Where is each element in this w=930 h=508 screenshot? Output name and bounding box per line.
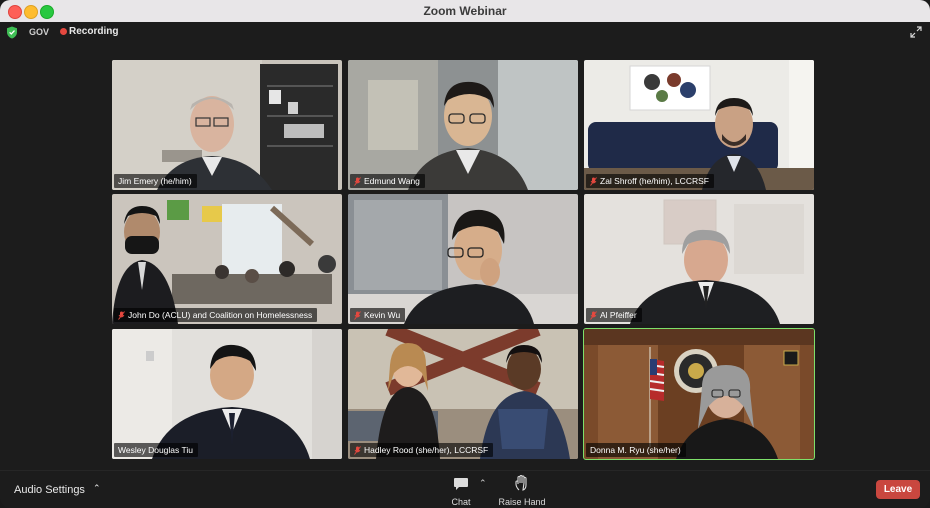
title-bar: Zoom Webinar [0,0,930,23]
muted-mic-icon [354,176,361,186]
gov-label[interactable]: GOV [29,27,49,37]
chat-label: Chat [451,497,471,507]
video-tile[interactable]: Kevin Wu [348,194,578,324]
raise-hand-button[interactable]: Raise Hand [496,475,548,507]
video-tile-active-speaker[interactable]: Donna M. Ryu (she/her) [583,328,815,460]
muted-mic-icon [118,310,125,320]
participant-video [584,60,814,190]
participant-name: Hadley Rood (she/her), LCCRSF [364,445,489,455]
video-tile[interactable]: Hadley Rood (she/her), LCCRSF [348,329,578,459]
raise-hand-icon [515,475,527,491]
audio-settings-button[interactable]: Audio Settings [14,484,85,496]
participant-video [584,194,814,324]
recording-dot-icon [60,28,67,35]
muted-mic-icon [354,310,361,320]
participant-name: Edmund Wang [364,176,420,186]
zoom-window: Zoom Webinar GOV Recording Jim Emery (he… [0,0,930,508]
meeting-controls-bar: Audio Settings ⌃ Chat ⌃ Raise Hand Leave [0,470,930,508]
participant-name: Jim Emery (he/him) [118,176,192,186]
caret-up-icon[interactable]: ⌃ [479,478,487,489]
raise-hand-label: Raise Hand [498,497,546,507]
participant-name-tag: Wesley Douglas Tiu [114,443,198,457]
video-gallery: Jim Emery (he/him) Edmund Wang Zal Shrof… [0,42,930,470]
caret-up-icon[interactable]: ⌃ [93,483,101,494]
participant-name: Donna M. Ryu (she/her) [590,445,681,455]
participant-video [348,194,578,324]
participant-name: Zal Shroff (he/him), LCCRSF [600,176,709,186]
expand-icon[interactable] [910,26,922,38]
participant-video [112,60,342,190]
recording-label[interactable]: Recording [69,26,118,37]
video-tile[interactable]: Wesley Douglas Tiu [112,329,342,459]
participant-video [112,194,342,324]
participant-name: Wesley Douglas Tiu [118,445,193,455]
participant-video [584,329,814,459]
muted-mic-icon [590,310,597,320]
participant-video [112,329,342,459]
participant-name-tag: Edmund Wang [350,174,425,188]
video-tile[interactable]: Al Pfeiffer [584,194,814,324]
participant-name-tag: Al Pfeiffer [586,308,642,322]
participant-name-tag: Zal Shroff (he/him), LCCRSF [586,174,714,188]
muted-mic-icon [354,445,361,455]
participant-name-tag: Donna M. Ryu (she/her) [586,443,686,457]
participant-name-tag: John Do (ACLU) and Coalition on Homeless… [114,308,318,322]
participant-video [348,60,578,190]
video-tile[interactable]: Zal Shroff (he/him), LCCRSF [584,60,814,190]
chat-bubble-icon [454,478,468,490]
participant-name: Kevin Wu [364,310,401,320]
video-tile[interactable]: Edmund Wang [348,60,578,190]
leave-button[interactable]: Leave [876,480,920,499]
participant-name: John Do (ACLU) and Coalition on Homeless… [128,310,313,320]
participant-video [348,329,578,459]
window-title: Zoom Webinar [423,4,507,18]
participant-name-tag: Kevin Wu [350,308,406,322]
participant-name-tag: Jim Emery (he/him) [114,174,197,188]
video-tile[interactable]: John Do (ACLU) and Coalition on Homeless… [112,194,342,324]
meeting-top-bar: GOV Recording [0,22,930,42]
muted-mic-icon [590,176,597,186]
chat-button[interactable]: Chat [448,475,474,507]
participant-name: Al Pfeiffer [600,310,637,320]
participant-name-tag: Hadley Rood (she/her), LCCRSF [350,443,494,457]
shield-check-icon[interactable] [6,26,18,39]
video-tile[interactable]: Jim Emery (he/him) [112,60,342,190]
